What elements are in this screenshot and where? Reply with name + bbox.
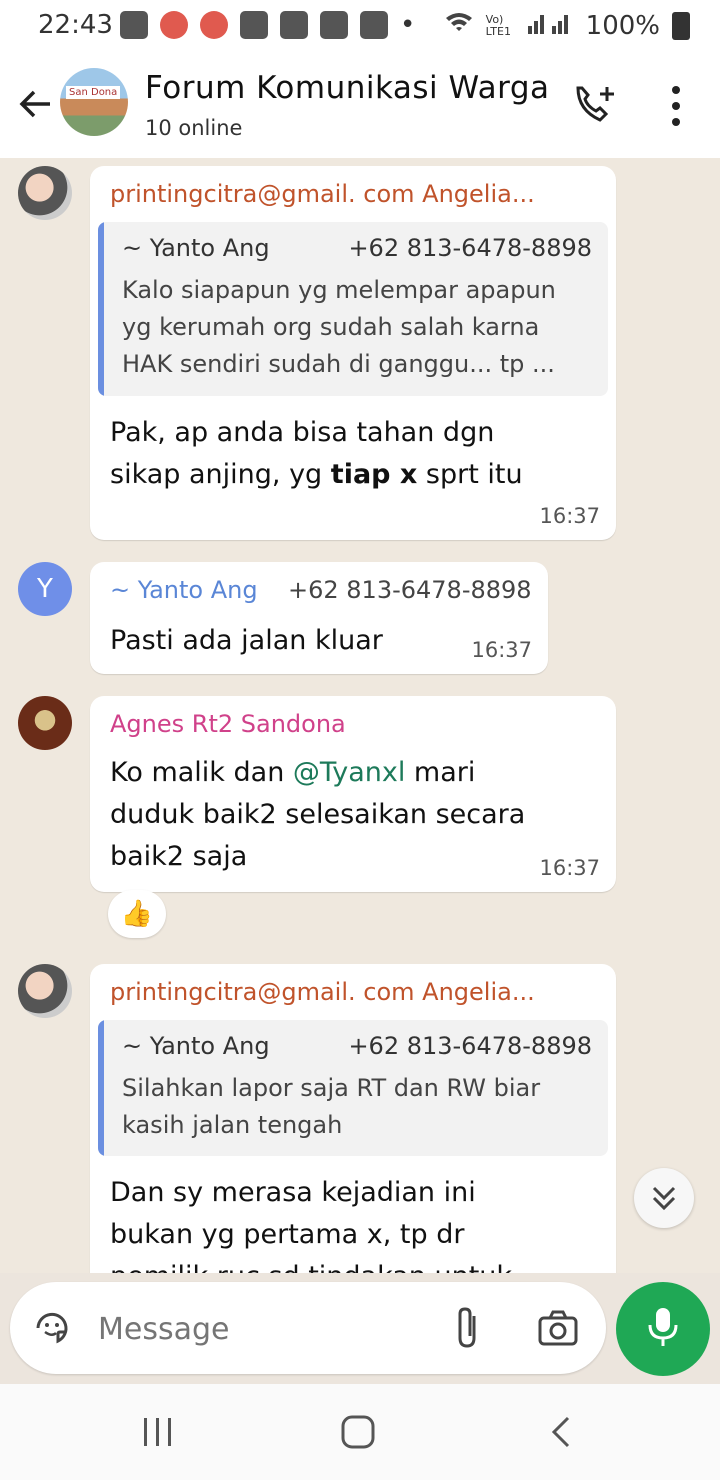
- message-line: Dan sy merasa kejadian ini: [110, 1177, 476, 1208]
- status-time: 22:43: [38, 10, 113, 40]
- signal-icon: [527, 10, 574, 41]
- quoted-sender-name: ~ Yanto Ang: [122, 1032, 270, 1060]
- more-options-icon[interactable]: [662, 82, 690, 130]
- sender-name[interactable]: printingcitra@gmail. com Angelia...: [110, 978, 535, 1006]
- attach-icon[interactable]: [448, 1304, 488, 1352]
- message-text-part: Ko malik dan: [110, 757, 293, 788]
- wifi-icon: [444, 10, 474, 41]
- youtube-icon: [280, 11, 308, 39]
- group-avatar-sign: San Dona: [66, 86, 121, 99]
- message-notification-icon: [120, 11, 148, 39]
- message-text: Pak, ap anda bisa tahan dgn sikap anjing…: [110, 412, 523, 496]
- sender-name[interactable]: ~ Yanto Ang: [110, 576, 258, 604]
- back-arrow-icon[interactable]: [14, 82, 58, 126]
- sticker-emoji-icon[interactable]: [32, 1308, 72, 1348]
- message-bubble[interactable]: printingcitra@gmail. com Angelia... ~ Ya…: [90, 964, 616, 1273]
- battery-percent: 100%: [585, 10, 660, 41]
- message-bubble[interactable]: printingcitra@gmail. com Angelia... ~ Ya…: [90, 166, 616, 540]
- quoted-sender-phone: +62 813-6478-8898: [348, 234, 592, 262]
- sender-name[interactable]: printingcitra@gmail. com Angelia...: [110, 180, 535, 208]
- camera-icon[interactable]: [536, 1306, 580, 1350]
- message-line: baik2 saja: [110, 841, 248, 872]
- microphone-icon: [645, 1305, 681, 1353]
- system-nav-bar: [0, 1384, 720, 1480]
- add-call-icon[interactable]: [570, 80, 618, 128]
- app-notification-icon: [160, 11, 188, 39]
- message-text-part: sikap anjing, yg: [110, 459, 331, 490]
- message-text-part: mari: [405, 757, 476, 788]
- battery-icon: [672, 11, 690, 40]
- network-label: Vo) LTE1: [485, 12, 511, 38]
- sender-avatar[interactable]: [18, 696, 72, 750]
- message-composer: [10, 1282, 606, 1374]
- app-notification-icon: [200, 11, 228, 39]
- nav-back-icon[interactable]: [546, 1414, 576, 1450]
- status-bar: 22:43 • Vo) LTE1 100%: [0, 0, 720, 52]
- sender-avatar[interactable]: [18, 166, 72, 220]
- message-input[interactable]: [96, 1302, 430, 1356]
- message-text: Dan sy merasa kejadian ini bukan yg pert…: [110, 1172, 512, 1273]
- group-avatar[interactable]: San Dona: [60, 68, 128, 136]
- gift-icon: [240, 11, 268, 39]
- recent-apps-icon[interactable]: [140, 1414, 176, 1450]
- message-text: Pasti ada jalan kluar: [110, 625, 383, 656]
- message-text: Ko malik dan @Tyanxl mari duduk baik2 se…: [110, 752, 525, 878]
- mention-link[interactable]: @Tyanxl: [293, 757, 405, 788]
- avatar-letter: Y: [37, 574, 53, 604]
- quoted-text: Silahkan lapor saja RT dan RW biar kasih…: [122, 1074, 541, 1139]
- mi-icon: [360, 11, 388, 39]
- message-bold-text: tiap x: [330, 459, 418, 490]
- sender-name[interactable]: Agnes Rt2 Sandona: [110, 710, 346, 738]
- message-bubble[interactable]: ~ Yanto Ang +62 813-6478-8898 Pasti ada …: [90, 562, 548, 674]
- message-time: 16:37: [539, 504, 600, 528]
- voice-record-button[interactable]: [616, 1282, 710, 1376]
- quoted-message[interactable]: ~ Yanto Ang +62 813-6478-8898 Kalo siapa…: [98, 222, 608, 396]
- message-text-part: sprt itu: [417, 459, 523, 490]
- quoted-message[interactable]: ~ Yanto Ang +62 813-6478-8898 Silahkan l…: [98, 1020, 608, 1156]
- message-line: bukan yg pertama x, tp dr: [110, 1219, 465, 1250]
- sender-avatar[interactable]: Y: [18, 562, 72, 616]
- home-icon[interactable]: [340, 1414, 376, 1450]
- quoted-text: Kalo siapapun yg melempar apapun yg keru…: [122, 276, 556, 378]
- chat-area[interactable]: printingcitra@gmail. com Angelia... ~ Ya…: [0, 158, 720, 1273]
- group-title[interactable]: Forum Komunikasi Warga: [145, 70, 550, 106]
- more-notifications-dot-icon: •: [400, 10, 416, 40]
- notification-icons: •: [120, 10, 415, 40]
- sender-phone: +62 813-6478-8898: [288, 576, 532, 604]
- message-time: 16:37: [471, 638, 532, 662]
- message-time: 16:37: [539, 856, 600, 880]
- message-line: pemilik ruc sd tindakan untuk: [110, 1256, 512, 1273]
- message-line: sikap anjing, yg tiap x sprt itu: [110, 454, 523, 496]
- message-line: duduk baik2 selesaikan secara: [110, 799, 526, 830]
- chat-header: San Dona Forum Komunikasi Warga 10 onlin…: [0, 52, 720, 159]
- message-line: Ko malik dan @Tyanxl mari: [110, 752, 525, 794]
- online-count: 10 online: [145, 116, 243, 140]
- message-bubble[interactable]: Agnes Rt2 Sandona Ko malik dan @Tyanxl m…: [90, 696, 616, 892]
- robot-icon: [320, 11, 348, 39]
- reaction-badge[interactable]: 👍: [108, 890, 166, 938]
- quoted-sender-phone: +62 813-6478-8898: [348, 1032, 592, 1060]
- sender-avatar[interactable]: [18, 964, 72, 1018]
- quoted-sender-name: ~ Yanto Ang: [122, 234, 270, 262]
- thumbs-up-icon: 👍: [120, 899, 154, 929]
- scroll-to-bottom-button[interactable]: [634, 1168, 694, 1228]
- message-line: Pak, ap anda bisa tahan dgn: [110, 417, 495, 448]
